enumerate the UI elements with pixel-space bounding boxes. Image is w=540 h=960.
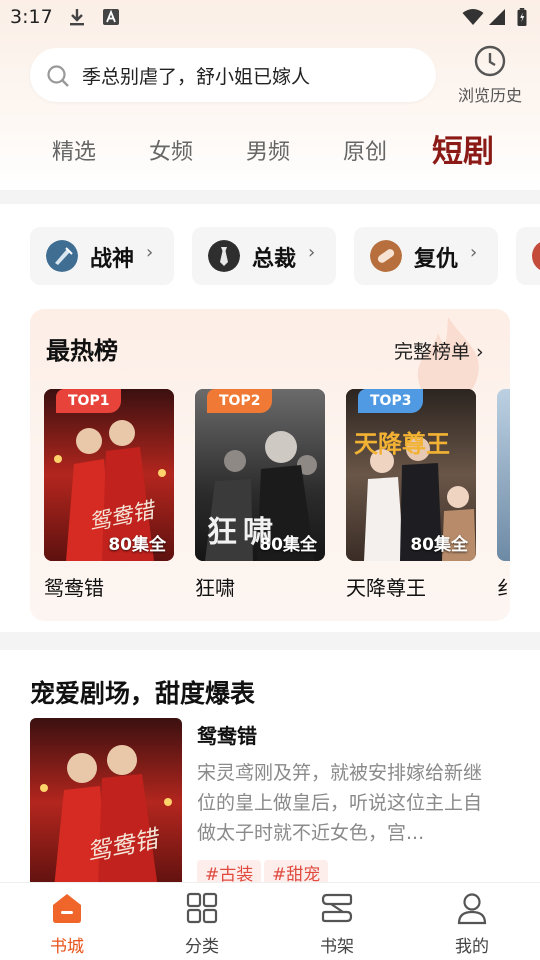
cover-title-art: 天降尊王 bbox=[354, 429, 450, 458]
content-section: 战神 › 总裁 › 复仇 › 最热榜 完整榜单 › TOP1 鸳鸯错 80集全 … bbox=[0, 204, 540, 632]
tag[interactable]: #古装 bbox=[197, 860, 262, 882]
ranking-item-title[interactable]: 纟 bbox=[497, 572, 510, 601]
tag[interactable]: #甜宠 bbox=[264, 860, 329, 882]
status-bar: 3:17 bbox=[0, 0, 540, 38]
profile-icon bbox=[457, 893, 487, 925]
rank-badge: TOP1 bbox=[56, 389, 122, 413]
category-label: 总裁 bbox=[252, 247, 297, 272]
nav-category[interactable]: 分类 bbox=[135, 883, 269, 960]
channel-tabs: 精选 女频 男频 原创 短剧 bbox=[0, 126, 540, 170]
ranking-item-title[interactable]: 鸳鸯错 bbox=[44, 572, 104, 601]
chevron-right-icon: › bbox=[308, 242, 316, 263]
category-icon bbox=[532, 240, 540, 272]
bookshelf-icon bbox=[321, 893, 353, 923]
signal-icon bbox=[489, 9, 505, 25]
history-label: 浏览历史 bbox=[457, 86, 522, 105]
battery-icon bbox=[517, 8, 527, 26]
ranking-card-1[interactable]: TOP1 鸳鸯错 80集全 bbox=[44, 389, 174, 561]
rank-badge: TOP3 bbox=[358, 389, 424, 413]
chevron-right-icon: › bbox=[470, 242, 478, 263]
nav-label: 书架 bbox=[320, 937, 354, 957]
nav-label: 书城 bbox=[50, 937, 84, 957]
chevron-right-icon: › bbox=[146, 242, 154, 263]
tab-short-drama[interactable]: 短剧 bbox=[432, 126, 494, 171]
tab-female[interactable]: 女频 bbox=[149, 134, 193, 166]
ceo-icon bbox=[208, 240, 240, 272]
rank-badge: TOP2 bbox=[207, 389, 273, 413]
ranking-card-2[interactable]: TOP2 狂啸 80集全 bbox=[195, 389, 325, 561]
search-input[interactable]: 季总别虐了，舒小姐已嫁人 bbox=[82, 62, 310, 89]
ranking-card-4[interactable] bbox=[497, 389, 510, 561]
recommend-description: 宋灵鸢刚及笄，就被安排嫁给新继位的皇上做皇后，听说这位主上自做太子时就不近女色，… bbox=[197, 762, 483, 844]
ranking-item-title[interactable]: 狂啸 bbox=[195, 572, 235, 601]
ranking-card-3[interactable]: TOP3 天降尊王 80集全 bbox=[346, 389, 476, 561]
bottom-navigation: 书城 分类 书架 我的 bbox=[0, 882, 540, 960]
category-chip-ceo[interactable]: 总裁 › bbox=[192, 227, 336, 285]
clock-icon bbox=[474, 45, 506, 77]
status-time: 3:17 bbox=[10, 6, 53, 28]
nav-bookshelf[interactable]: 书架 bbox=[270, 883, 404, 960]
category-chip-partial[interactable] bbox=[516, 227, 540, 285]
nav-profile[interactable]: 我的 bbox=[405, 883, 539, 960]
nav-bookstore[interactable]: 书城 bbox=[0, 883, 134, 960]
recommend-section: 宠爱剧场，甜度爆表 鸳鸯错 鸳鸯错 宋灵鸢刚及笄，就被安排嫁给新继位的皇上做皇后… bbox=[0, 650, 540, 882]
war-god-icon bbox=[46, 240, 78, 272]
nav-label: 分类 bbox=[185, 937, 219, 957]
wifi-icon bbox=[462, 9, 484, 25]
notification-a-icon bbox=[103, 9, 119, 25]
category-chip-revenge[interactable]: 复仇 › bbox=[354, 227, 498, 285]
episode-count: 80集全 bbox=[108, 535, 166, 555]
episode-count: 80集全 bbox=[259, 535, 317, 555]
category-chip-war-god[interactable]: 战神 › bbox=[30, 227, 174, 285]
recommend-cover[interactable]: 鸳鸯错 bbox=[30, 718, 182, 882]
hot-ranking-panel: 最热榜 完整榜单 › TOP1 鸳鸯错 80集全 鸳鸯错 TOP2 狂啸 80集… bbox=[30, 309, 510, 621]
tab-male[interactable]: 男频 bbox=[246, 134, 290, 166]
revenge-icon bbox=[370, 240, 402, 272]
download-icon bbox=[70, 9, 84, 26]
tab-original[interactable]: 原创 bbox=[343, 134, 387, 166]
tab-selected[interactable]: 精选 bbox=[52, 134, 96, 166]
category-icon bbox=[186, 892, 218, 924]
ranking-title: 最热榜 bbox=[46, 336, 118, 365]
category-label: 战神 bbox=[90, 247, 135, 272]
history-button[interactable]: 浏览历史 bbox=[450, 44, 530, 108]
section-heading: 宠爱剧场，甜度爆表 bbox=[30, 679, 256, 708]
full-ranking-link[interactable]: 完整榜单 › bbox=[394, 337, 484, 364]
header: 3:17 季总别虐了，舒小姐已嫁人 浏览历史 精选 女频 男频 原创 短剧 bbox=[0, 0, 540, 190]
bookstore-icon bbox=[53, 894, 81, 923]
recommend-title[interactable]: 鸳鸯错 bbox=[197, 720, 257, 749]
search-icon bbox=[47, 65, 69, 87]
nav-label: 我的 bbox=[455, 937, 489, 957]
full-ranking-label: 完整榜单 bbox=[394, 341, 471, 363]
category-label: 复仇 bbox=[414, 247, 459, 272]
ranking-item-title[interactable]: 天降尊王 bbox=[346, 572, 426, 601]
episode-count: 80集全 bbox=[410, 535, 468, 555]
search-bar[interactable]: 季总别虐了，舒小姐已嫁人 bbox=[30, 48, 436, 102]
